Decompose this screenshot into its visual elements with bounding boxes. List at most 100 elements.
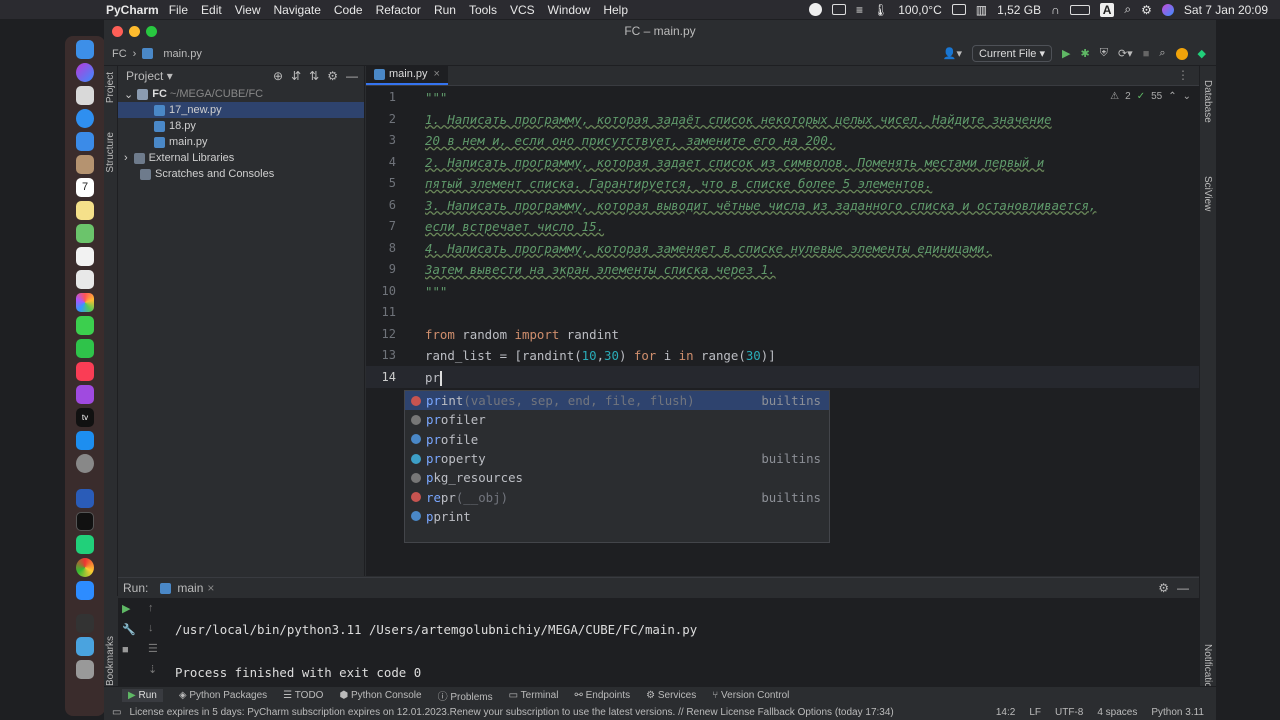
project-view-select[interactable]: Project ▾ xyxy=(126,69,173,83)
photos-icon[interactable] xyxy=(76,293,94,312)
indent-setting[interactable]: 4 spaces xyxy=(1097,707,1137,718)
keyboard-layout-icon[interactable]: A xyxy=(1099,2,1115,17)
system-settings-icon[interactable] xyxy=(76,454,94,473)
tab-services[interactable]: ⚙ Services xyxy=(646,690,696,701)
pycharm-icon[interactable] xyxy=(76,535,94,554)
tab-todo[interactable]: ☰ TODO xyxy=(283,690,323,701)
control-center-icon[interactable]: ⚙ xyxy=(1141,3,1152,17)
completion-item[interactable]: p kg_resources xyxy=(405,468,829,487)
menu-help[interactable]: Help xyxy=(603,3,628,17)
line-separator[interactable]: LF xyxy=(1029,707,1041,718)
menu-code[interactable]: Code xyxy=(334,3,363,17)
tree-file-17-new[interactable]: 17_new.py xyxy=(118,102,364,118)
menu-vcs[interactable]: VCS xyxy=(510,3,535,17)
run-icon[interactable]: ▶ xyxy=(1062,47,1070,60)
chrome-icon[interactable] xyxy=(76,558,94,577)
headphones-icon[interactable]: ∩ xyxy=(1051,3,1060,17)
maps-icon[interactable] xyxy=(76,224,94,243)
status-window-icon[interactable]: ▭ xyxy=(112,707,121,718)
coverage-icon[interactable]: ⛨ xyxy=(1100,47,1108,60)
license-message[interactable]: License expires in 5 days: PyCharm subsc… xyxy=(129,707,893,718)
completion-item[interactable]: pr ofiler xyxy=(405,410,829,429)
contacts-icon[interactable] xyxy=(76,155,94,174)
project-tool-label[interactable]: Project xyxy=(105,72,116,103)
clock[interactable]: Sat 7 Jan 20:09 xyxy=(1184,3,1268,17)
status-screen-icon[interactable] xyxy=(951,4,966,15)
tab-endpoints[interactable]: ⚯ Endpoints xyxy=(574,690,630,701)
tab-run[interactable]: ▶ Run xyxy=(122,689,163,702)
word-icon[interactable] xyxy=(76,489,94,508)
run-configuration-select[interactable]: Current File ▾ xyxy=(971,45,1053,62)
code-line-current[interactable]: pr xyxy=(425,367,1199,389)
collapse-all-icon[interactable]: ⇅ xyxy=(309,69,319,83)
temperature-value[interactable]: 100,0°C xyxy=(898,3,942,17)
close-tab-icon[interactable]: × xyxy=(434,68,440,80)
chevron-right-icon[interactable]: › xyxy=(124,152,128,164)
locate-icon[interactable]: ⊕ xyxy=(273,69,283,83)
battery-icon[interactable] xyxy=(1069,4,1090,15)
jetbrains-logo-icon[interactable]: ◆ xyxy=(1198,47,1206,60)
chevron-down-icon[interactable]: ⌄ xyxy=(124,88,133,101)
completion-item[interactable]: pr operty builtins xyxy=(405,449,829,468)
structure-tool-label[interactable]: Structure xyxy=(105,132,116,173)
memory-value[interactable]: 1,52 GB xyxy=(997,3,1041,17)
user-icon[interactable]: 👤▾ xyxy=(943,47,962,60)
bookmarks-tool-label[interactable]: Bookmarks xyxy=(105,636,116,686)
search-icon[interactable]: ⌕ xyxy=(1124,2,1131,17)
menu-app-name[interactable]: PyCharm xyxy=(106,3,159,17)
scroll-up-icon[interactable]: ↑ xyxy=(148,602,158,614)
scroll-to-end-icon[interactable]: ⇣ xyxy=(148,663,158,676)
tab-terminal[interactable]: ▭ Terminal xyxy=(509,690,559,701)
tab-list-icon[interactable]: ⋮ xyxy=(1177,68,1199,85)
completion-item[interactable]: pr int (values, sep, end, file, flush) buil… xyxy=(405,391,829,411)
updates-icon[interactable] xyxy=(1175,47,1188,60)
run-settings-gear-icon[interactable]: ⚙ xyxy=(1158,581,1169,595)
sciview-tool-label[interactable]: SciView xyxy=(1202,176,1213,211)
menu-window[interactable]: Window xyxy=(548,3,591,17)
app-store-icon[interactable] xyxy=(76,431,94,450)
tree-file-18[interactable]: 18.py xyxy=(118,118,364,134)
wrench-icon[interactable]: 🔧 xyxy=(122,623,136,636)
tab-problems[interactable]: ⓘ Problems xyxy=(438,688,493,703)
stop-icon[interactable]: ■ xyxy=(1143,48,1150,60)
close-run-tab-icon[interactable]: × xyxy=(207,581,214,595)
preview-icon[interactable] xyxy=(76,637,94,656)
launchpad-icon[interactable] xyxy=(76,86,94,105)
status-doc-icon[interactable] xyxy=(832,4,846,15)
tab-python-packages[interactable]: ◈ Python Packages xyxy=(179,690,267,701)
menu-tools[interactable]: Tools xyxy=(469,3,497,17)
siri-dock-icon[interactable] xyxy=(76,63,94,82)
calendar-icon[interactable]: 7 xyxy=(76,178,94,197)
breadcrumb-file[interactable]: main.py xyxy=(163,48,202,60)
scroll-down-icon[interactable]: ↓ xyxy=(148,622,158,634)
expand-all-icon[interactable]: ⇵ xyxy=(291,69,301,83)
messages-icon[interactable] xyxy=(76,316,94,335)
python-interpreter[interactable]: Python 3.11 xyxy=(1151,707,1204,718)
freeform-icon[interactable] xyxy=(76,270,94,289)
database-tool-label[interactable]: Database xyxy=(1202,80,1213,123)
menu-file[interactable]: File xyxy=(169,3,188,17)
tree-root[interactable]: ⌄ FC ~/MEGA/CUBE/FC xyxy=(118,86,364,102)
completion-item[interactable]: re pr (__obj) builtins xyxy=(405,487,829,506)
menu-view[interactable]: View xyxy=(235,3,261,17)
status-bars-icon[interactable]: ≡ xyxy=(856,3,863,17)
debug-icon[interactable]: ✱ xyxy=(1080,47,1089,60)
safari-icon[interactable] xyxy=(76,109,94,128)
menu-refactor[interactable]: Refactor xyxy=(376,3,421,17)
run-config-tab[interactable]: main xyxy=(177,581,203,595)
zoom-icon[interactable] xyxy=(76,581,94,600)
hide-panel-icon[interactable]: — xyxy=(346,69,358,83)
tree-file-main[interactable]: main.py xyxy=(118,134,364,150)
tab-python-console[interactable]: ⬢ Python Console xyxy=(339,690,421,701)
keyboard-icon[interactable] xyxy=(76,614,94,633)
tab-version-control[interactable]: ⑂ Version Control xyxy=(712,690,789,701)
file-encoding[interactable]: UTF-8 xyxy=(1055,707,1083,718)
facetime-icon[interactable] xyxy=(76,339,94,358)
reminders-icon[interactable] xyxy=(76,247,94,266)
podcasts-icon[interactable] xyxy=(76,385,94,404)
code-area[interactable]: """ 1. Написать программу, которая задаё… xyxy=(425,87,1199,388)
rerun-icon[interactable]: ▶ xyxy=(122,602,136,615)
siri-icon[interactable] xyxy=(1161,3,1174,16)
soft-wrap-icon[interactable]: ☰ xyxy=(148,642,158,655)
mail-icon[interactable] xyxy=(76,132,94,151)
